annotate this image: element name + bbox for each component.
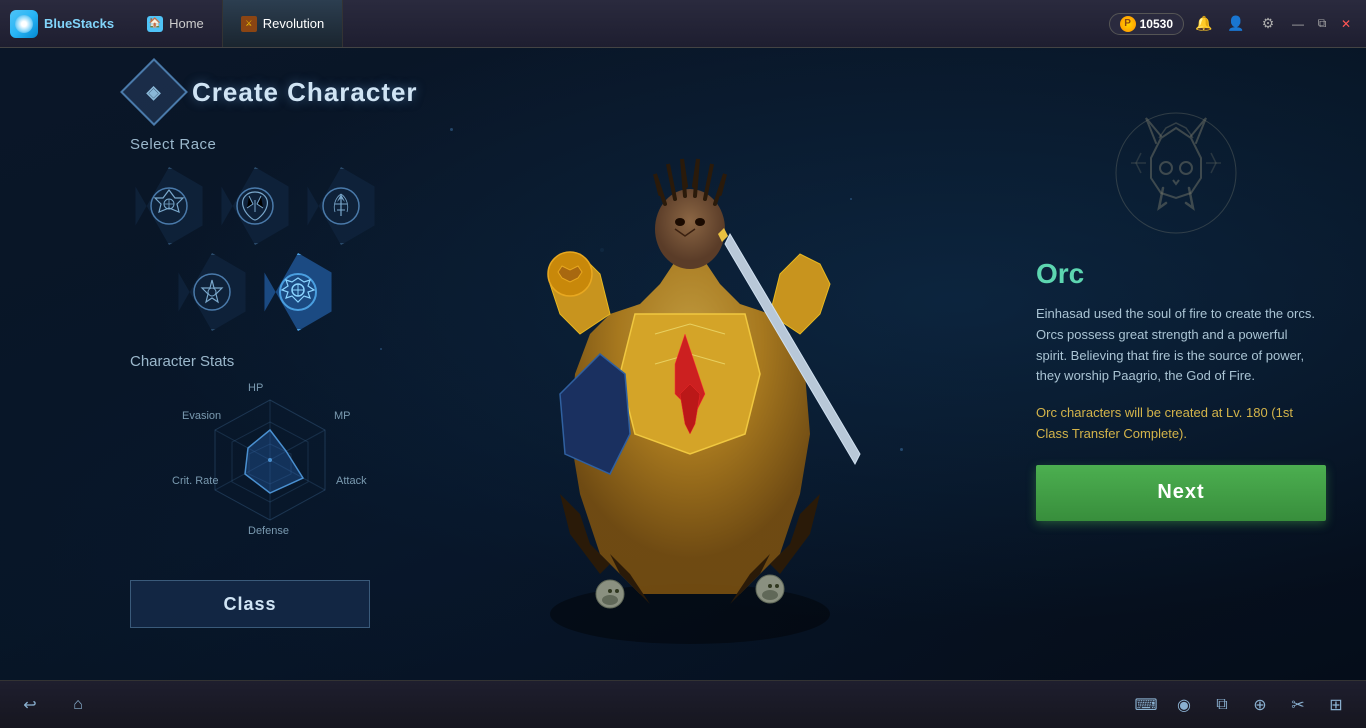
race-note: Orc characters will be created at Lv. 18… bbox=[1036, 403, 1316, 445]
race2-emblem bbox=[233, 184, 277, 228]
keyboard-icon[interactable]: ⌨ bbox=[1132, 691, 1160, 719]
revolution-tab-icon: ⚔ bbox=[241, 16, 257, 32]
tab-revolution-label: Revolution bbox=[263, 16, 324, 31]
stat-label-mp: MP bbox=[334, 410, 351, 422]
race-button-3[interactable] bbox=[302, 167, 380, 245]
display-icon[interactable]: ◉ bbox=[1170, 691, 1198, 719]
character-silhouette bbox=[480, 74, 900, 654]
page-title: Create Character bbox=[192, 77, 418, 108]
home-tab-icon: 🏠 bbox=[147, 16, 163, 32]
grid-icon[interactable]: ⊞ bbox=[1322, 691, 1350, 719]
race-description: Einhasad used the soul of fire to create… bbox=[1036, 304, 1316, 387]
window-controls: — ⧉ ✕ bbox=[1288, 14, 1356, 34]
taskbar-left: ↩ ⌂ bbox=[16, 691, 92, 719]
minimize-button[interactable]: — bbox=[1288, 14, 1308, 34]
race4-emblem bbox=[190, 270, 234, 314]
settings-icon[interactable]: ⚙ bbox=[1256, 12, 1280, 36]
stat-label-hp: HP bbox=[248, 382, 263, 394]
coin-display: P 10530 bbox=[1109, 13, 1184, 35]
race3-emblem bbox=[319, 184, 363, 228]
brand-name: BlueStacks bbox=[44, 16, 114, 31]
stats-radar-container: HP MP Attack Defense Crit. Rate Evasion bbox=[130, 380, 410, 570]
taskbar: ↩ ⌂ ⌨ ◉ ⧉ ⊕ ✂ ⊞ bbox=[0, 680, 1366, 728]
close-button[interactable]: ✕ bbox=[1336, 14, 1356, 34]
game-area: ◈ Create Character Select Race bbox=[0, 48, 1366, 680]
stat-label-evasion: Evasion bbox=[182, 410, 221, 422]
bluestacks-logo: BlueStacks bbox=[0, 10, 124, 38]
race1-emblem bbox=[147, 184, 191, 228]
home-icon[interactable]: ⌂ bbox=[64, 691, 92, 719]
coin-amount: 10530 bbox=[1140, 17, 1173, 31]
race-emblem bbox=[1111, 108, 1241, 238]
tab-bar: 🏠 Home ⚔ Revolution bbox=[129, 0, 343, 47]
race5-emblem bbox=[276, 270, 320, 314]
race-name: Orc bbox=[1036, 258, 1316, 290]
profile-icon[interactable]: 👤 bbox=[1224, 12, 1248, 36]
next-button[interactable]: Next bbox=[1036, 465, 1326, 521]
race-button-1[interactable] bbox=[130, 167, 208, 245]
stat-label-defense: Defense bbox=[248, 525, 289, 537]
restore-button[interactable]: ⧉ bbox=[1312, 14, 1332, 34]
back-icon[interactable]: ↩ bbox=[16, 691, 44, 719]
tab-home[interactable]: 🏠 Home bbox=[129, 0, 223, 47]
screenshot-icon[interactable]: ✂ bbox=[1284, 691, 1312, 719]
orc-emblem-svg bbox=[1111, 108, 1241, 238]
taskbar-right: ⌨ ◉ ⧉ ⊕ ✂ ⊞ bbox=[1132, 691, 1350, 719]
notification-icon[interactable]: 🔔 bbox=[1192, 12, 1216, 36]
character-display bbox=[400, 48, 980, 680]
race-button-2[interactable] bbox=[216, 167, 294, 245]
race-button-5[interactable] bbox=[259, 253, 337, 331]
right-panel: Orc Einhasad used the soul of fire to cr… bbox=[1036, 108, 1316, 521]
diamond-icon: ◈ bbox=[120, 58, 188, 126]
title-bar: BlueStacks 🏠 Home ⚔ Revolution P 10530 🔔… bbox=[0, 0, 1366, 48]
tab-home-label: Home bbox=[169, 16, 204, 31]
multiwindow-icon[interactable]: ⧉ bbox=[1208, 691, 1236, 719]
stat-label-attack: Attack bbox=[336, 475, 367, 487]
tab-revolution[interactable]: ⚔ Revolution bbox=[223, 0, 343, 47]
coin-icon: P bbox=[1120, 16, 1136, 32]
stat-label-crit: Crit. Rate bbox=[172, 475, 218, 487]
zoom-icon[interactable]: ⊕ bbox=[1246, 691, 1274, 719]
titlebar-right-section: P 10530 🔔 👤 ⚙ — ⧉ ✕ bbox=[1109, 12, 1366, 36]
class-button[interactable]: Class bbox=[130, 580, 370, 628]
race-button-4[interactable] bbox=[173, 253, 251, 331]
bs-logo-icon bbox=[10, 10, 38, 38]
